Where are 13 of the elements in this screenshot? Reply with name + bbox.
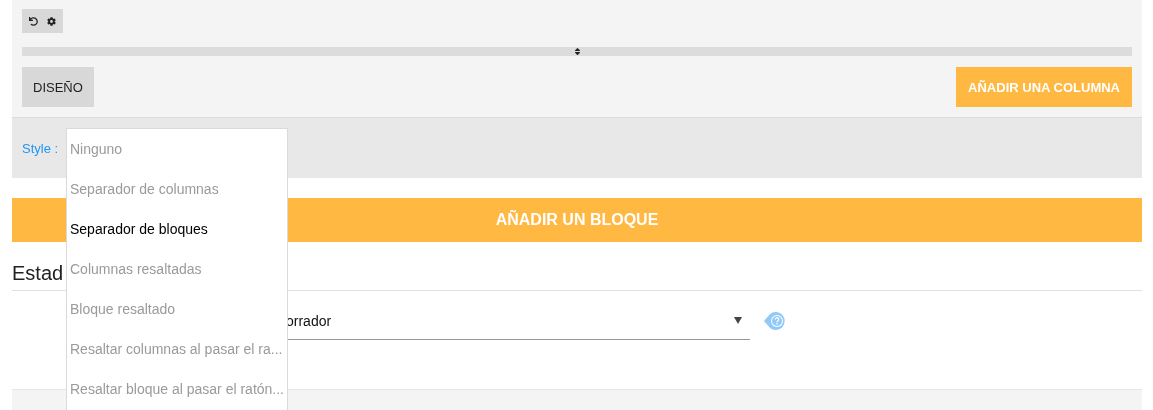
menu-item[interactable]: Resaltar columnas al pasar el ra... bbox=[67, 329, 287, 369]
menu-item[interactable]: Bloque resaltado bbox=[67, 289, 287, 329]
undo-icon[interactable] bbox=[29, 16, 38, 26]
style-label: Style : bbox=[22, 140, 59, 156]
menu-item[interactable]: Columnas resaltadas bbox=[67, 249, 287, 289]
caret-icon bbox=[734, 317, 742, 324]
design-button[interactable]: DISEÑO bbox=[22, 67, 94, 107]
menu-item[interactable]: Ninguno bbox=[67, 129, 287, 169]
settings-icon[interactable] bbox=[47, 16, 56, 26]
menu-item[interactable]: Resaltar bloque al pasar el ratón... bbox=[67, 369, 287, 409]
add-column-button[interactable]: AÑADIR UNA COLUMNA bbox=[956, 67, 1132, 107]
resize-icon[interactable] bbox=[572, 47, 582, 56]
section-heading: Estad bbox=[12, 262, 64, 284]
